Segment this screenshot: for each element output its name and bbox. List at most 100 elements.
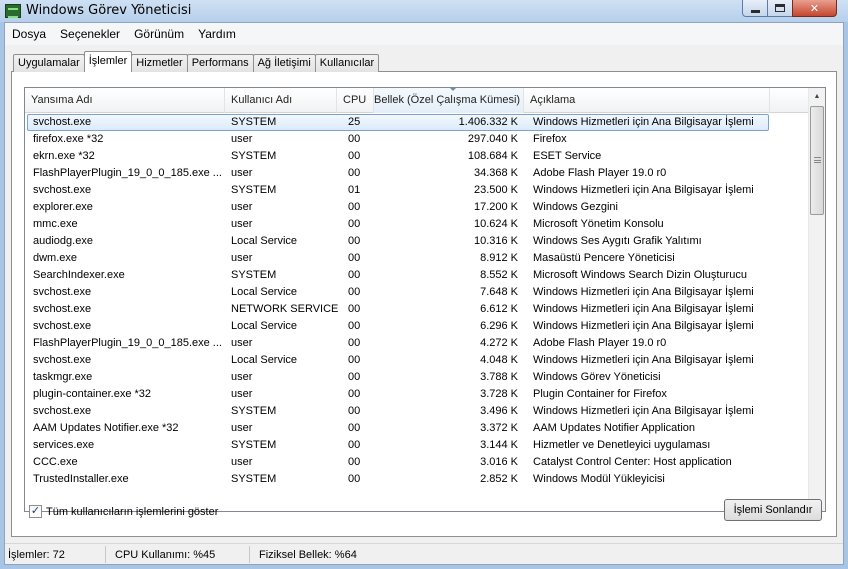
process-memory-cell: 4.048 K [480,354,518,366]
status-divider [249,546,250,563]
table-row[interactable]: taskmgr.exe user 00 3.788 K Windows Görev Yö… [25,369,808,386]
process-cpu-cell: 00 [348,354,361,366]
process-description-cell: AAM Updates Notifier Application [533,422,696,434]
process-user-cell: user [231,456,253,468]
process-cpu-cell: 00 [348,133,361,145]
table-row[interactable]: svchost.exe Local Service 00 4.048 K Windows… [25,352,808,369]
process-name-cell: SearchIndexer.exe [33,269,125,281]
table-row[interactable]: mmc.exe user 00 10.624 K Microsoft Yönetim K… [25,216,808,233]
process-name-cell: FlashPlayerPlugin_19_0_0_185.exe ... [33,337,222,349]
process-user-cell: user [231,201,253,213]
end-process-button[interactable]: İşlemi Sonlandır [724,499,822,521]
column-header-description[interactable]: Açıklama [524,88,770,113]
process-description-cell: Windows Hizmetleri için Ana Bilgisayar İ… [533,286,754,298]
table-row[interactable]: svchost.exe SYSTEM 01 23.500 K Windows Hizme… [25,182,808,199]
table-row[interactable]: FlashPlayerPlugin_19_0_0_185.exe ... user… [25,165,808,182]
status-cpu-usage: CPU Kullanımı: %45 [115,549,216,561]
table-row[interactable]: explorer.exe user 00 17.200 K Windows Gezgin… [25,199,808,216]
scroll-up-arrow-icon[interactable]: ▲ [809,88,825,105]
tab-hizmetler[interactable]: Hizmetler [131,54,188,72]
process-cpu-cell: 00 [348,150,361,162]
column-header-user[interactable]: Kullanıcı Adı [225,88,337,113]
process-memory-cell: 8.552 K [480,269,518,281]
process-memory-cell: 3.144 K [480,439,518,451]
process-description-cell: Windows Hizmetleri için Ana Bilgisayar İ… [533,116,754,128]
column-header-memory[interactable]: Bellek (Özel Çalışma Kümesi) [374,88,524,113]
process-memory-cell: 23.500 K [473,184,518,196]
process-user-cell: SYSTEM [231,405,277,417]
tab-islemler[interactable]: İşlemler [83,51,133,72]
status-divider [105,546,106,563]
close-icon: ✕ [809,2,820,15]
process-list[interactable]: Yansıma Adı Kullanıcı Adı CPU Bellek (Öz… [24,87,826,512]
menu-secenekler[interactable]: Seçenekler [53,24,127,44]
menu-bar: Dosya Seçenekler Görünüm Yardım [5,23,843,45]
title-bar[interactable]: Windows Görev Yöneticisi ✕ [0,0,848,22]
process-user-cell: user [231,337,253,349]
maximize-button[interactable] [767,0,793,17]
table-row[interactable]: svchost.exe SYSTEM 25 1.406.332 K Windows Hi… [27,114,769,131]
column-header-filler [770,88,808,113]
process-user-cell: user [231,371,253,383]
tab-ag-iletisimi[interactable]: Ağ İletişimi [252,54,316,72]
process-description-cell: Firefox [533,133,567,145]
process-memory-cell: 3.496 K [480,405,518,417]
minimize-button[interactable] [742,0,768,17]
process-name-cell: svchost.exe [33,286,92,298]
table-row[interactable]: services.exe SYSTEM 00 3.144 K Hizmetler ve … [25,437,808,454]
show-all-users-label[interactable]: Tüm kullanıcıların işlemlerini göster [46,506,218,518]
process-memory-cell: 10.316 K [473,235,518,247]
show-all-users-option[interactable]: ✓ Tüm kullanıcıların işlemlerini göster [29,505,218,518]
process-description-cell: Microsoft Windows Search Dizin Oluşturuc… [533,269,747,281]
process-description-cell: Windows Hizmetleri için Ana Bilgisayar İ… [533,184,754,196]
menu-gorunum[interactable]: Görünüm [127,24,191,44]
process-name-cell: svchost.exe [33,303,92,315]
window-client-area: Dosya Seçenekler Görünüm Yardım Uygulama… [4,22,844,565]
tab-kullanicilar[interactable]: Kullanıcılar [314,54,380,72]
table-row[interactable]: TrustedInstaller.exe SYSTEM 00 2.852 K Windo… [25,471,808,488]
table-row[interactable]: svchost.exe NETWORK SERVICE 00 6.612 K Windo… [25,301,808,318]
process-rows: svchost.exe SYSTEM 25 1.406.332 K Windows Hi… [25,114,808,488]
process-cpu-cell: 00 [348,456,361,468]
show-all-users-checkbox[interactable]: ✓ [29,505,42,518]
table-row[interactable]: plugin-container.exe *32 user 00 3.728 K Plu… [25,386,808,403]
table-row[interactable]: audiodg.exe Local Service 00 10.316 K Window… [25,233,808,250]
process-description-cell: Windows Ses Aygıtı Grafik Yalıtımı [533,235,702,247]
process-cpu-cell: 00 [348,235,361,247]
process-user-cell: user [231,133,253,145]
process-name-cell: plugin-container.exe *32 [33,388,152,400]
tab-performans[interactable]: Performans [186,54,254,72]
process-description-cell: Windows Hizmetleri için Ana Bilgisayar İ… [533,405,754,417]
column-header-cpu[interactable]: CPU [337,88,374,113]
process-description-cell: Windows Gezgini [533,201,618,213]
menu-dosya[interactable]: Dosya [5,24,53,44]
process-name-cell: AAM Updates Notifier.exe *32 [33,422,179,434]
table-row[interactable]: firefox.exe *32 user 00 297.040 K Firefox [25,131,808,148]
process-memory-cell: 2.852 K [480,473,518,485]
table-row[interactable]: svchost.exe Local Service 00 6.296 K Windows… [25,318,808,335]
process-cpu-cell: 00 [348,320,361,332]
table-row[interactable]: ekrn.exe *32 SYSTEM 00 108.684 K ESET Servic… [25,148,808,165]
process-name-cell: firefox.exe *32 [33,133,104,145]
table-row[interactable]: CCC.exe user 00 3.016 K Catalyst Control Cen… [25,454,808,471]
process-description-cell: Windows Hizmetleri için Ana Bilgisayar İ… [533,354,754,366]
process-name-cell: mmc.exe [33,218,78,230]
process-cpu-cell: 00 [348,303,361,315]
vertical-scrollbar[interactable]: ▲ ▼ [808,88,825,511]
process-description-cell: Hizmetler ve Denetleyici uygulaması [533,439,711,451]
close-button[interactable]: ✕ [792,0,837,17]
process-cpu-cell: 00 [348,252,361,264]
list-header: Yansıma Adı Kullanıcı Adı CPU Bellek (Öz… [25,88,808,113]
table-row[interactable]: svchost.exe SYSTEM 00 3.496 K Windows Hizmet… [25,403,808,420]
table-row[interactable]: dwm.exe user 00 8.912 K Masaüstü Pencere Yön… [25,250,808,267]
table-row[interactable]: FlashPlayerPlugin_19_0_0_185.exe ... user… [25,335,808,352]
process-cpu-cell: 00 [348,422,361,434]
process-memory-cell: 297.040 K [467,133,518,145]
column-header-name[interactable]: Yansıma Adı [25,88,225,113]
scrollbar-thumb[interactable] [810,106,824,215]
table-row[interactable]: SearchIndexer.exe SYSTEM 00 8.552 K Microsof… [25,267,808,284]
table-row[interactable]: svchost.exe Local Service 00 7.648 K Windows… [25,284,808,301]
menu-yardim[interactable]: Yardım [191,24,243,44]
table-row[interactable]: AAM Updates Notifier.exe *32 user 00 3.372 … [25,420,808,437]
tab-uygulamalar[interactable]: Uygulamalar [13,54,85,72]
